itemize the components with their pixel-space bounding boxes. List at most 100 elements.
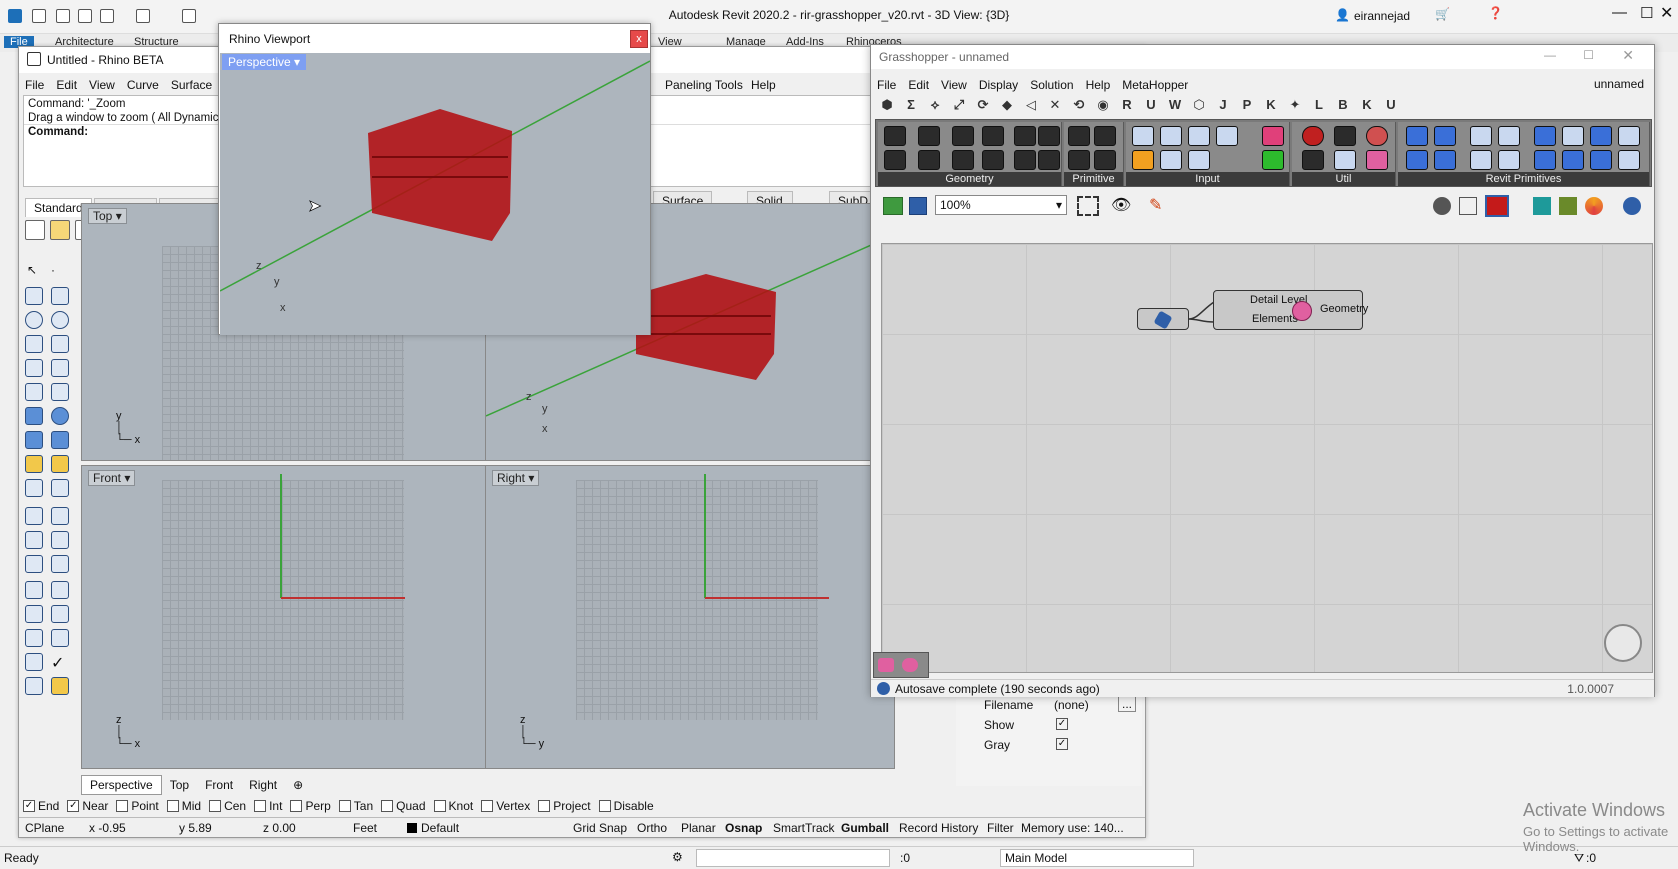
gh-preview-mesh-icon[interactable]: [1559, 197, 1577, 215]
gh-arrow-outline-icon[interactable]: [1334, 150, 1356, 170]
rhino-menu-view[interactable]: View: [83, 78, 121, 92]
osnap-mid[interactable]: Mid: [166, 799, 201, 813]
surface-icon[interactable]: [51, 431, 69, 449]
osnap-quad[interactable]: Quad: [381, 799, 426, 813]
viewport-tab-right[interactable]: Right: [241, 776, 285, 794]
gh-menu-view[interactable]: View: [935, 78, 973, 92]
osnap-checkbox[interactable]: [116, 800, 129, 812]
filename-value[interactable]: (none): [1054, 698, 1089, 712]
osnap-checkbox[interactable]: ✓: [23, 800, 35, 812]
loft-icon[interactable]: [51, 531, 69, 549]
open-folder-icon[interactable]: [50, 220, 70, 240]
revit-close-icon[interactable]: ✕: [1660, 3, 1673, 23]
new-file-icon[interactable]: [25, 220, 45, 240]
gh-preview-eye-icon[interactable]: 👁: [1111, 195, 1131, 215]
gh-revit-settings-icon[interactable]: [1434, 150, 1456, 170]
gh-menu-solution[interactable]: Solution: [1024, 78, 1079, 92]
gh-revit-category-icon[interactable]: [1470, 126, 1492, 146]
gh-line-icon[interactable]: [884, 150, 906, 170]
gh-group-label-revit-primitives[interactable]: Revit Primitives: [1398, 172, 1649, 186]
cart-icon[interactable]: 🛒: [1435, 7, 1450, 21]
rhino-menu-curve[interactable]: Curve: [121, 78, 165, 92]
gh-revit-family-icon[interactable]: [1434, 126, 1456, 146]
floating-viewport-area[interactable]: z y x ➤ Perspective ▾: [220, 53, 650, 335]
polygon-icon[interactable]: [25, 359, 43, 377]
gh-arc-icon[interactable]: [952, 126, 974, 146]
gh-revit-element-icon[interactable]: [1406, 126, 1428, 146]
gh-category-tab[interactable]: K: [1355, 97, 1379, 112]
gh-element-geometry-component[interactable]: Detail Level Elements Geometry: [1213, 290, 1368, 330]
mesh-icon[interactable]: [51, 605, 69, 623]
gh-preview-colour-icon[interactable]: [1585, 197, 1603, 215]
status-filter[interactable]: Filter: [987, 821, 1014, 835]
gh-sphere-icon[interactable]: [1623, 197, 1641, 215]
gh-colour-picker-icon[interactable]: [1366, 126, 1388, 146]
freeform-icon[interactable]: [51, 359, 69, 377]
status-cplane[interactable]: CPlane: [25, 821, 64, 835]
osnap-end[interactable]: ✓ End: [23, 799, 59, 813]
design-option-select[interactable]: Main Model: [1000, 849, 1194, 867]
gh-save-icon[interactable]: [909, 197, 927, 215]
osnap-project[interactable]: Project: [538, 799, 591, 813]
osnap-checkbox[interactable]: ✓: [67, 800, 80, 812]
top-viewport-label[interactable]: Top ▾: [88, 208, 127, 224]
add-viewport-icon[interactable]: ⊕: [285, 776, 311, 794]
gh-menu-file[interactable]: File: [871, 78, 902, 92]
gh-group-label-util[interactable]: Util: [1292, 172, 1395, 186]
gh-zoom-select[interactable]: 100% ▾: [935, 195, 1067, 215]
gh-point-icon[interactable]: [884, 126, 906, 146]
explode-icon[interactable]: [25, 531, 43, 549]
gh-category-tab[interactable]: ✦: [1283, 97, 1307, 113]
gh-button-icon[interactable]: [1160, 150, 1182, 170]
gh-integer-icon[interactable]: [1094, 126, 1116, 146]
gh-revit-instance-icon[interactable]: [1562, 150, 1584, 170]
osnap-perp[interactable]: Perp: [290, 799, 331, 813]
osnap-knot[interactable]: Knot: [433, 799, 473, 813]
gh-brep-icon[interactable]: [1014, 150, 1036, 170]
worksharing-icon[interactable]: ⚙: [672, 850, 683, 864]
gh-category-tab[interactable]: J: [1211, 97, 1235, 112]
right-viewport-label[interactable]: Right ▾: [492, 470, 540, 486]
gh-circle-icon[interactable]: [918, 126, 940, 146]
gh-menu-edit[interactable]: Edit: [902, 78, 935, 92]
gh-list-icon[interactable]: [1188, 150, 1210, 170]
rhino-menu-file[interactable]: File: [19, 78, 50, 92]
gh-download-icon[interactable]: [1132, 126, 1154, 146]
gh-revit-material-icon[interactable]: [1470, 150, 1492, 170]
osnap-checkbox[interactable]: [166, 800, 179, 812]
gh-close-icon[interactable]: ✕: [1622, 47, 1634, 64]
gh-output-geometry[interactable]: Geometry: [1320, 303, 1368, 315]
gh-menu-display[interactable]: Display: [973, 78, 1024, 92]
viewport-tab-front[interactable]: Front: [197, 776, 241, 794]
front-viewport[interactable]: Front ▾ z │ └─ x: [81, 465, 487, 769]
arc-icon[interactable]: [25, 335, 43, 353]
filename-browse-button[interactable]: ...: [1118, 696, 1137, 712]
gh-wireframe-icon[interactable]: [1459, 197, 1477, 215]
gh-panel-icon[interactable]: [1132, 150, 1154, 170]
status-layer[interactable]: Default: [421, 821, 459, 835]
gh-revit-wall-icon[interactable]: [1534, 126, 1556, 146]
gh-category-tab[interactable]: U: [1379, 97, 1403, 112]
osnap-tan[interactable]: Tan: [338, 799, 373, 813]
osnap-disable[interactable]: Disable: [598, 799, 654, 813]
gh-menu-help[interactable]: Help: [1080, 78, 1117, 92]
gh-toggle-icon[interactable]: [1160, 126, 1182, 146]
group-icon[interactable]: [25, 581, 43, 599]
gh-maximize-icon[interactable]: ☐: [1583, 48, 1594, 62]
help-icon[interactable]: ❓: [1488, 6, 1503, 20]
split-icon[interactable]: [51, 479, 69, 497]
fillet-icon[interactable]: [51, 383, 69, 401]
gh-category-tab[interactable]: P: [1235, 97, 1259, 112]
gh-revit-geometry-icon[interactable]: [1590, 150, 1612, 170]
gh-revit-document-icon[interactable]: [1618, 150, 1640, 170]
osnap-cen[interactable]: Cen: [209, 799, 246, 813]
show-checkbox[interactable]: ✓: [1056, 718, 1068, 730]
gh-surface-icon[interactable]: [1014, 126, 1036, 146]
offset-curve-icon[interactable]: [25, 383, 43, 401]
gh-category-tab[interactable]: ⤢: [947, 97, 971, 113]
gh-cherry-icon[interactable]: [1302, 126, 1324, 146]
gh-category-tab[interactable]: R: [1115, 97, 1139, 112]
osnap-checkbox[interactable]: [209, 800, 222, 812]
viewport-tab-top[interactable]: Top: [162, 776, 197, 794]
circle-icon[interactable]: [25, 311, 43, 329]
